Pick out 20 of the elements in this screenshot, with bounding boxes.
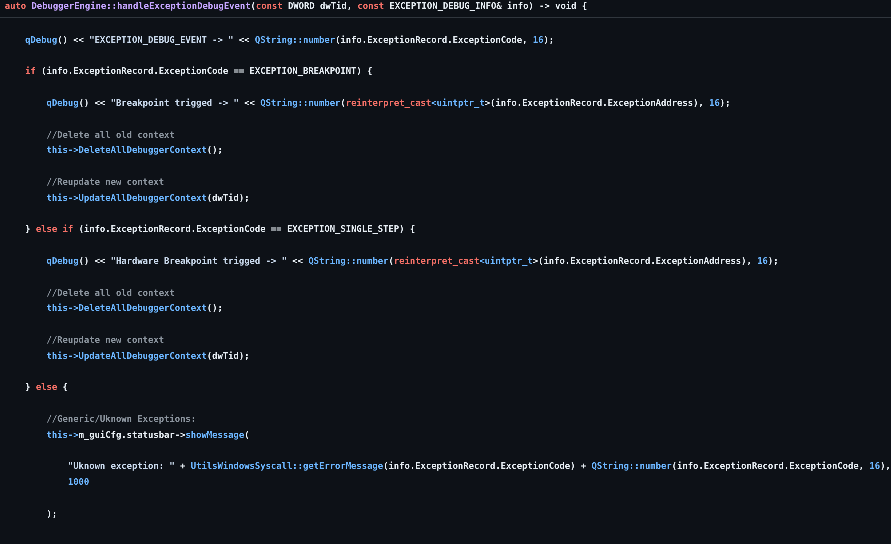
code-line: qDebug() << "Breakpoint trigged -> " << QString::number(reinterpret_cast<uintptr_t>(info.ExceptionRecord.ExceptionAddress), 16); [46, 98, 731, 111]
code-line: //Delete all old context [46, 288, 175, 301]
code-line: } else if (info.ExceptionRecord.ExceptionCode == EXCEPTION_SINGLE_STEP) { [24, 224, 416, 238]
code-line: ); [46, 508, 58, 522]
code-line: this->UpdateAllDebuggerContext(dwTid); [46, 350, 250, 364]
code-line: //Delete all old context [46, 130, 175, 143]
code-line: this->UpdateAllDebuggerContext(dwTid); [46, 192, 250, 206]
code-line: "Uknown exception: " + UtilsWindowsSyscall::getErrorMessage(info.ExceptionRecord.ExceptionCode) + QString::number(info.ExceptionRecord.ExceptionCode, 16), [67, 460, 891, 474]
code-line: qDebug() << "EXCEPTION_DEBUG_EVENT -> " << QString::number(info.ExceptionRecord.ExceptionCode, 16); [24, 34, 554, 48]
code-line: } else { [24, 382, 68, 396]
code-line: 1000 [67, 477, 90, 490]
code-line: //Reupdate new context [46, 176, 164, 190]
code-line: auto DebuggerEngine::handleExceptionDebugEvent(const DWORD dwTid, const EXCEPTION_DEBUG_INFO& info) -> void { [5, 0, 588, 14]
code-line: qDebug() << "Hardware Breakpoint trigged -> " << QString::number(reinterpret_cast<uintptr_t>(info.ExceptionRecord.ExceptionAddress), 16); [46, 256, 779, 269]
code-line: this->m_guiCfg.statusbar->showMessage( [46, 430, 250, 443]
code-line: //Generic/Uknown Exceptions: [46, 414, 196, 427]
code-line: //Reupdate new context [46, 334, 164, 348]
code-line: this->DeleteAllDebuggerContext(); [46, 144, 224, 158]
code-line: this->DeleteAllDebuggerContext(); [46, 302, 224, 316]
code-line: if (info.ExceptionRecord.ExceptionCode == EXCEPTION_BREAKPOINT) { [24, 66, 373, 80]
